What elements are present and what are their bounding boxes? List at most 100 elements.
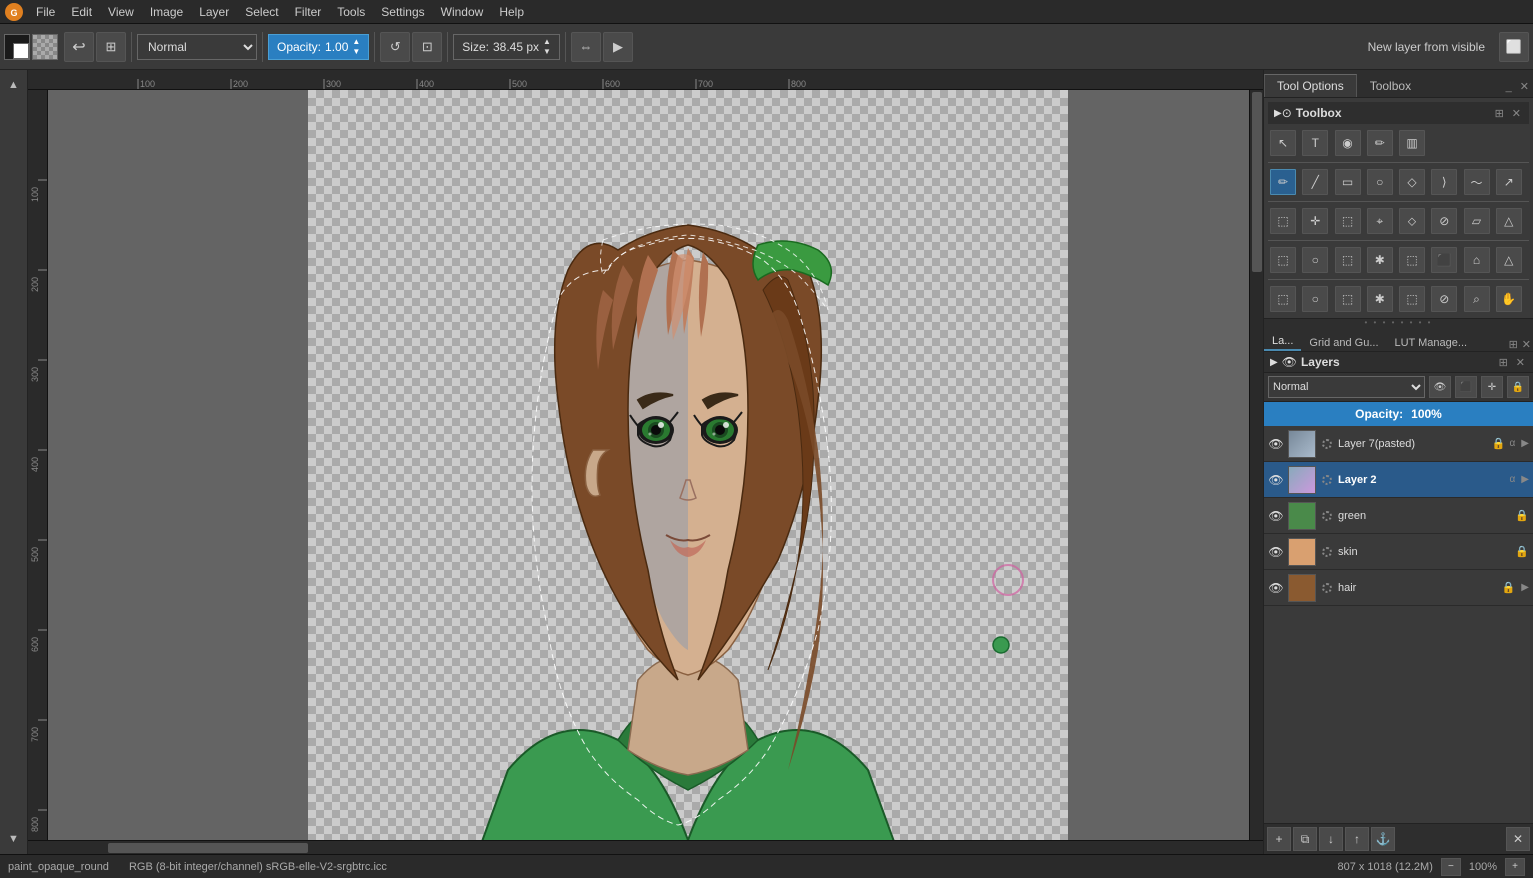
panel-expand-btn[interactable]: ⬜	[1499, 32, 1529, 62]
tool-sel3[interactable]: ⬚	[1399, 286, 1425, 312]
menu-edit[interactable]: Edit	[63, 3, 100, 21]
layer-more-2[interactable]: ▶	[1521, 474, 1529, 485]
layer-lock-7[interactable]: 🔒	[1492, 437, 1506, 450]
layer-more-hair[interactable]: ▶	[1521, 582, 1529, 593]
lock-all-btn[interactable]: 🔒	[1507, 376, 1529, 398]
layers-expand-btn[interactable]: ⊞	[1497, 356, 1510, 369]
tool-reset-btn[interactable]: ↩	[64, 32, 94, 62]
size-arrows[interactable]: ▲ ▼	[543, 37, 551, 57]
copy-layer-btn[interactable]: ⧉	[1293, 827, 1317, 851]
tool-hand[interactable]: ✋	[1496, 286, 1522, 312]
menu-help[interactable]: Help	[491, 3, 532, 21]
toolbox-expand-btn[interactable]: ⊞	[1493, 107, 1506, 120]
lock-pixels-btn[interactable]: ⬛	[1455, 376, 1477, 398]
tool-pattern-fill[interactable]: ▥	[1399, 130, 1425, 156]
tab-toolbox[interactable]: Toolbox	[1357, 74, 1424, 97]
tool-pencil[interactable]: ╱	[1302, 169, 1328, 195]
layer-visibility-2[interactable]: 👁	[1268, 472, 1284, 488]
menu-select[interactable]: Select	[237, 3, 286, 21]
lock-visibility-btn[interactable]: 👁	[1429, 376, 1451, 398]
tool-fuzzy-sel[interactable]: ⬚	[1399, 247, 1425, 273]
tool-grid-btn[interactable]: ⊞	[96, 32, 126, 62]
refresh-btn[interactable]: ↺	[380, 32, 410, 62]
layers-blend-mode[interactable]: Normal	[1268, 376, 1425, 398]
menu-window[interactable]: Window	[433, 3, 492, 21]
layer-visibility-skin[interactable]: 👁	[1268, 544, 1284, 560]
tool-sel-rect3[interactable]: ⬚	[1270, 286, 1296, 312]
flip-v-btn[interactable]: ▶	[603, 32, 633, 62]
raise-layer-btn[interactable]: ↑	[1345, 827, 1369, 851]
tool-scissors[interactable]: ✱	[1367, 247, 1393, 273]
toolbox-close-btn[interactable]: ✕	[1510, 107, 1523, 120]
tool-triangle[interactable]: △	[1496, 208, 1522, 234]
tool-ellipse-sel2[interactable]: ○	[1302, 247, 1328, 273]
blend-mode-select[interactable]: Normal Dissolve Multiply Screen	[137, 34, 257, 60]
foreground-color[interactable]	[4, 34, 30, 60]
panel-minimize-btn[interactable]: _	[1502, 77, 1516, 97]
layer-item-2[interactable]: 👁 Layer 2 α ▶	[1264, 462, 1533, 498]
tool-free-select[interactable]: ◇	[1399, 169, 1425, 195]
layer-more-7[interactable]: ▶	[1521, 438, 1529, 449]
tool-convolve[interactable]: 〜	[1464, 169, 1490, 195]
tab-layers[interactable]: La...	[1264, 333, 1301, 351]
menu-tools[interactable]: Tools	[329, 3, 373, 21]
tool-perspective[interactable]: ▱	[1464, 208, 1490, 234]
tool-ellipse-select[interactable]: ○	[1367, 169, 1393, 195]
menu-settings[interactable]: Settings	[373, 3, 432, 21]
layer-visibility-green[interactable]: 👁	[1268, 508, 1284, 524]
toolbox-collapse-icon[interactable]: ▶	[1274, 108, 1282, 119]
tool-rect-select[interactable]: ▭	[1335, 169, 1361, 195]
layers-panel-expand[interactable]: ⊞	[1507, 338, 1520, 351]
tab-tool-options[interactable]: Tool Options	[1264, 74, 1357, 97]
tab-grid-guides[interactable]: Grid and Gu...	[1301, 335, 1386, 351]
scroll-up-btn[interactable]: ▲	[3, 74, 25, 96]
layer-lock-green[interactable]: 🔒	[1515, 509, 1529, 522]
tool-erase[interactable]: ⌂	[1464, 247, 1490, 273]
panel-close-btn[interactable]: ✕	[1516, 76, 1533, 97]
tool-color-picker[interactable]: ◉	[1335, 130, 1361, 156]
tool-flip[interactable]: △	[1496, 247, 1522, 273]
menu-file[interactable]: File	[28, 3, 63, 21]
tool-bezier[interactable]: ⟩	[1431, 169, 1457, 195]
scrollbar-thumb-h[interactable]	[108, 843, 308, 853]
tool-heal[interactable]: ⊘	[1431, 208, 1457, 234]
tool-text[interactable]: T	[1302, 130, 1328, 156]
layer-lock-skin[interactable]: 🔒	[1515, 545, 1529, 558]
tool-zoom[interactable]: ⌕	[1464, 286, 1490, 312]
tab-lut[interactable]: LUT Manage...	[1387, 335, 1476, 351]
layers-collapse-icon[interactable]: ▶	[1270, 357, 1278, 368]
vertical-scrollbar[interactable]	[1249, 90, 1263, 840]
tool-align[interactable]: ⬚	[1335, 208, 1361, 234]
tool-sel-free3[interactable]: ⬚	[1335, 286, 1361, 312]
layers-panel-close[interactable]: ✕	[1520, 338, 1533, 351]
layer-visibility-hair[interactable]: 👁	[1268, 580, 1284, 596]
zoom-out-btn[interactable]: −	[1441, 858, 1461, 876]
opacity-value[interactable]: 1.00	[325, 40, 348, 54]
menu-filter[interactable]: Filter	[287, 3, 330, 21]
pattern-swatch[interactable]	[32, 34, 58, 60]
lower-layer-btn[interactable]: ↓	[1319, 827, 1343, 851]
layers-close-btn[interactable]: ✕	[1514, 356, 1527, 369]
tool-magnify[interactable]: ✏	[1367, 130, 1393, 156]
layer-item-7[interactable]: 👁 Layer 7(pasted) 🔒 α ▶	[1264, 426, 1533, 462]
flip-h-btn[interactable]: ⇔	[571, 32, 601, 62]
delete-layer-btn[interactable]: ✕	[1506, 827, 1530, 851]
tool-move[interactable]: ✛	[1302, 208, 1328, 234]
add-layer-btn[interactable]: +	[1267, 827, 1291, 851]
zoom-in-btn[interactable]: +	[1505, 858, 1525, 876]
layer-item-skin[interactable]: 👁 skin 🔒	[1264, 534, 1533, 570]
tool-warp[interactable]: ⬦	[1399, 208, 1425, 234]
tool-clone[interactable]: ⬛	[1431, 247, 1457, 273]
lock-alpha-btn[interactable]: ⊡	[412, 32, 442, 62]
opacity-row[interactable]: Opacity: 100%	[1264, 402, 1533, 426]
opacity-arrows[interactable]: ▲ ▼	[352, 37, 360, 57]
tool-rect-sel2[interactable]: ⬚	[1270, 247, 1296, 273]
tool-free-sel2[interactable]: ⬚	[1335, 247, 1361, 273]
size-value[interactable]: 38.45 px	[493, 40, 539, 54]
tool-measure[interactable]: ⌖	[1367, 208, 1393, 234]
tool-smudge[interactable]: ⊘	[1431, 286, 1457, 312]
tool-paintbrush[interactable]: ✏	[1270, 169, 1296, 195]
tool-crop[interactable]: ⬚	[1270, 208, 1296, 234]
opacity-value-layers[interactable]: 100%	[1411, 407, 1442, 421]
anchor-layer-btn[interactable]: ⚓	[1371, 827, 1395, 851]
